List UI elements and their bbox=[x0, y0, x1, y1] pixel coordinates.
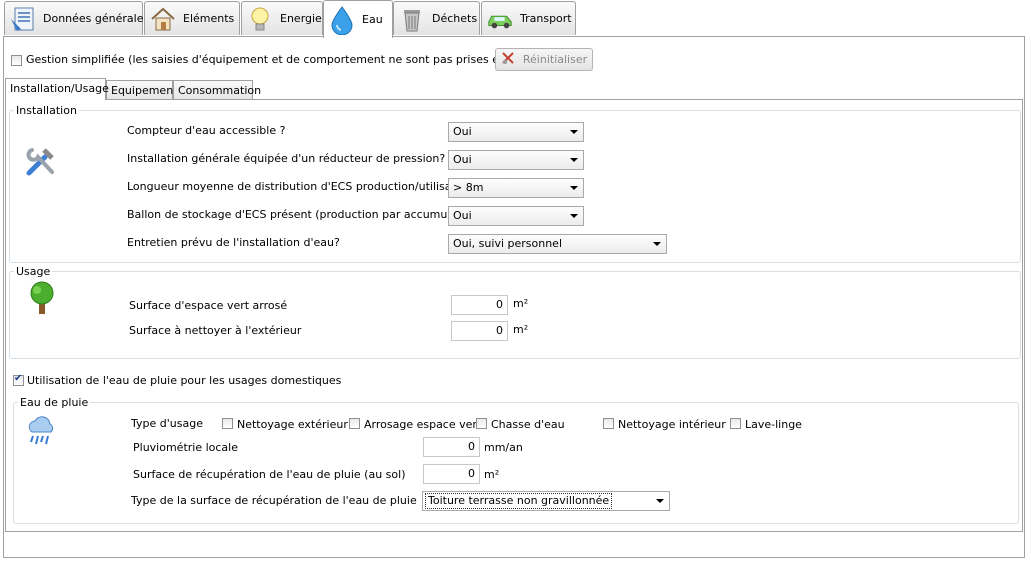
compteur-select[interactable]: Oui bbox=[448, 122, 584, 142]
installation-row-label: Compteur d'eau accessible ? bbox=[127, 124, 286, 137]
chevron-down-icon bbox=[570, 158, 578, 162]
surface-type-select[interactable]: Toiture terrasse non gravillonnée bbox=[422, 491, 670, 511]
tab-eau[interactable]: Eau bbox=[323, 0, 393, 38]
select-value: Oui bbox=[453, 153, 472, 166]
select-value: Toiture terrasse non gravillonnée bbox=[425, 493, 613, 509]
usage-type-option-label: Lave-linge bbox=[745, 418, 802, 431]
select-value: Oui bbox=[453, 209, 472, 222]
ballon-select[interactable]: Oui bbox=[448, 206, 584, 226]
simplified-checkbox[interactable] bbox=[11, 55, 22, 66]
select-value: Oui, suivi personnel bbox=[453, 237, 563, 250]
rainwater-use-label: Utilisation de l'eau de pluie pour les u… bbox=[27, 374, 342, 387]
chasse-eau-checkbox[interactable] bbox=[476, 418, 487, 429]
lave-linge-checkbox[interactable] bbox=[730, 418, 741, 429]
installation-row-label: Entretien prévu de l'installation d'eau? bbox=[127, 236, 340, 249]
surface-recuperation-label: Surface de récupération de l'eau de plui… bbox=[133, 468, 406, 481]
reducteur-select[interactable]: Oui bbox=[448, 150, 584, 170]
installation-usage-panel: Installation Compteur d'eau accessible ?… bbox=[5, 99, 1023, 532]
tools-icon bbox=[24, 144, 58, 181]
tab-label: Eléments bbox=[183, 12, 235, 25]
pluviometrie-input[interactable]: 0 bbox=[423, 437, 480, 457]
unit-label: m² bbox=[513, 297, 529, 310]
installation-row-label: Ballon de stockage d'ECS présent (produc… bbox=[127, 208, 489, 221]
form-icon bbox=[9, 5, 37, 33]
rainwater-title: Eau de pluie bbox=[18, 396, 91, 409]
chevron-down-icon bbox=[570, 186, 578, 190]
unit-label: m² bbox=[513, 323, 529, 336]
tab-energie[interactable]: Energie bbox=[241, 1, 323, 35]
reset-icon bbox=[501, 51, 515, 68]
lightbulb-icon bbox=[246, 5, 274, 33]
tab-label: Eau bbox=[362, 13, 383, 26]
tab-transport[interactable]: Transport bbox=[481, 1, 576, 35]
usage-title: Usage bbox=[14, 265, 53, 278]
usage-type-label: Type d'usage bbox=[131, 417, 203, 430]
chevron-down-icon bbox=[653, 242, 661, 246]
longueur-select[interactable]: > 8m bbox=[448, 178, 584, 198]
tab-dechets[interactable]: Déchets bbox=[393, 1, 480, 35]
usage-row-label: Surface d'espace vert arrosé bbox=[129, 299, 288, 312]
tab-label: Energie bbox=[280, 12, 322, 25]
entretien-select[interactable]: Oui, suivi personnel bbox=[448, 234, 667, 254]
unit-label: mm/an bbox=[484, 441, 523, 454]
tab-label: Déchets bbox=[432, 12, 478, 25]
tab-label: Transport bbox=[520, 12, 572, 25]
tab-elements[interactable]: Eléments bbox=[144, 1, 240, 35]
subtab-equipement[interactable]: Equipement bbox=[106, 80, 177, 99]
installation-row-label: Longueur moyenne de distribution d'ECS p… bbox=[127, 180, 479, 193]
reset-button[interactable]: Réinitialiser bbox=[495, 48, 593, 71]
reset-label: Réinitialiser bbox=[522, 53, 588, 66]
surface-type-label: Type de la surface de récupération de l'… bbox=[131, 494, 417, 507]
nettoyage-exterieur-checkbox[interactable] bbox=[222, 418, 233, 429]
rain-cloud-icon bbox=[25, 416, 57, 451]
usage-type-option-label: Chasse d'eau bbox=[491, 418, 565, 431]
chevron-down-icon bbox=[656, 499, 664, 503]
trash-bin-icon bbox=[398, 5, 426, 33]
installation-title: Installation bbox=[14, 104, 79, 117]
usage-type-option-label: Arrosage espace vert bbox=[364, 418, 482, 431]
installation-row-label: Installation générale équipée d'un réduc… bbox=[127, 152, 446, 165]
tree-icon bbox=[26, 280, 58, 319]
rainwater-use-checkbox[interactable] bbox=[13, 373, 24, 386]
chevron-down-icon bbox=[570, 214, 578, 218]
espace-vert-input[interactable]: 0 bbox=[451, 295, 508, 315]
subtab-installation-usage[interactable]: Installation/Usage bbox=[5, 78, 109, 100]
usage-row-label: Surface à nettoyer à l'extérieur bbox=[129, 324, 302, 337]
surface-nettoyer-input[interactable]: 0 bbox=[451, 321, 508, 341]
select-value: Oui bbox=[453, 125, 472, 138]
water-drop-icon bbox=[328, 5, 356, 35]
usage-group bbox=[9, 271, 1021, 359]
select-value: > 8m bbox=[453, 181, 484, 194]
tab-donnees-generales[interactable]: Données générales bbox=[4, 1, 149, 35]
simplified-label: Gestion simplifiée (les saisies d'équipe… bbox=[26, 53, 556, 66]
usage-type-option-label: Nettoyage extérieur bbox=[237, 418, 348, 431]
house-icon bbox=[149, 5, 177, 33]
tab-label: Données générales bbox=[43, 12, 150, 25]
surface-recuperation-input[interactable]: 0 bbox=[423, 464, 480, 484]
unit-label: m² bbox=[484, 468, 500, 481]
arrosage-checkbox[interactable] bbox=[349, 418, 360, 429]
usage-type-option-label: Nettoyage intérieur bbox=[618, 418, 726, 431]
nettoyage-interieur-checkbox[interactable] bbox=[603, 418, 614, 429]
car-icon bbox=[486, 5, 514, 33]
chevron-down-icon bbox=[570, 130, 578, 134]
subtab-consommation[interactable]: Consommation bbox=[173, 80, 261, 99]
pluviometrie-label: Pluviométrie locale bbox=[133, 441, 238, 454]
